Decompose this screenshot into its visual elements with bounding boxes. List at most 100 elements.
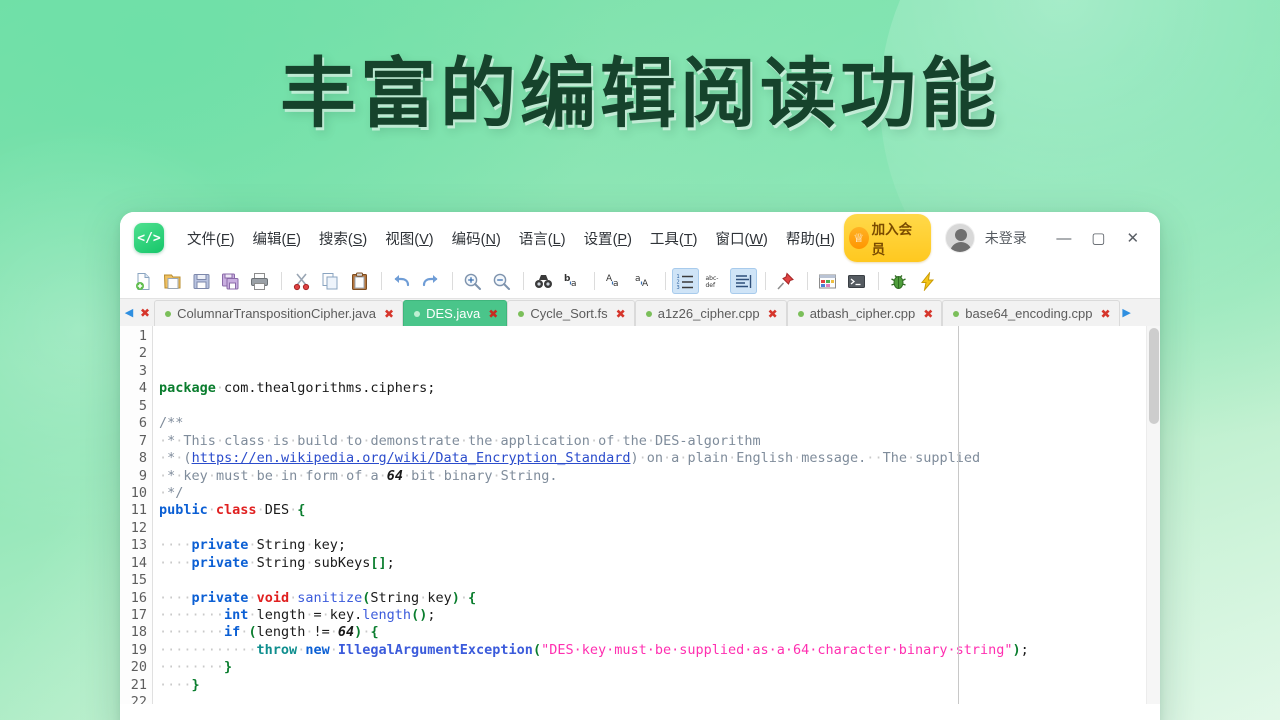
vertical-scrollbar[interactable] bbox=[1146, 326, 1160, 704]
close-button[interactable]: ✕ bbox=[1118, 223, 1148, 253]
svg-text:def: def bbox=[706, 282, 717, 289]
save-icon[interactable] bbox=[188, 268, 215, 294]
toolbar-separator bbox=[878, 272, 879, 290]
menu-item-edit[interactable]: 编辑(E) bbox=[244, 224, 310, 253]
menu-mnemonic: N bbox=[485, 231, 496, 248]
line-number: 2 bbox=[138, 345, 147, 362]
print-icon[interactable] bbox=[246, 268, 273, 294]
zoom-in-icon[interactable] bbox=[459, 268, 486, 294]
line-numbers-icon[interactable]: 123 bbox=[672, 268, 699, 294]
menu-item-search[interactable]: 搜索(S) bbox=[310, 224, 376, 253]
word-wrap-icon[interactable]: abc-def bbox=[701, 268, 728, 294]
menu-item-help[interactable]: 帮助(H) bbox=[777, 224, 844, 253]
tabs-scroll-left-icon[interactable]: ◀ bbox=[122, 299, 136, 326]
menu-item-language[interactable]: 语言(L) bbox=[510, 224, 575, 253]
code-editor[interactable]: 1234567891011121314151617181920212223 pa… bbox=[120, 326, 1160, 704]
line-number: 10 bbox=[130, 484, 147, 501]
menu-item-settings[interactable]: 设置(P) bbox=[575, 224, 641, 253]
maximize-button[interactable]: ▢ bbox=[1083, 223, 1113, 253]
pin-icon[interactable] bbox=[772, 268, 799, 294]
code-line: /** bbox=[159, 415, 184, 432]
menu-mnemonic: E bbox=[286, 231, 297, 248]
menu-mnemonic: F bbox=[220, 231, 230, 248]
tab-des-java[interactable]: DES.java ✖ bbox=[403, 300, 508, 326]
account-status-label[interactable]: 未登录 bbox=[985, 228, 1027, 248]
join-membership-button[interactable]: ♕ 加入会员 bbox=[844, 214, 931, 262]
copy-icon[interactable] bbox=[317, 268, 344, 294]
code-lines: package·com.thealgorithms.ciphers; /** ·*… bbox=[159, 380, 1160, 704]
app-logo-icon: </> bbox=[134, 223, 164, 253]
tabs-scroll-right-icon[interactable]: ▶ bbox=[1120, 299, 1134, 326]
tab-close-icon[interactable]: ✖ bbox=[616, 307, 626, 321]
menu-item-view[interactable]: 视图(V) bbox=[376, 224, 442, 253]
code-line: ·*/ bbox=[159, 484, 184, 501]
zoom-out-icon[interactable] bbox=[488, 268, 515, 294]
undo-icon[interactable] bbox=[388, 268, 415, 294]
paste-icon[interactable] bbox=[346, 268, 373, 294]
avatar[interactable] bbox=[944, 223, 975, 253]
code-line: ····private·String·key; bbox=[159, 537, 346, 554]
line-number: 13 bbox=[130, 537, 147, 554]
redo-icon[interactable] bbox=[417, 268, 444, 294]
avatar-head bbox=[954, 229, 967, 241]
poster-stage: 丰富的编辑阅读功能 </> 文件(F) 编辑(E) 搜索(S) 视图(V) 编码… bbox=[0, 0, 1280, 720]
menu-label: 视图 bbox=[385, 231, 415, 248]
tab-close-leading-icon[interactable]: ✖ bbox=[136, 306, 154, 320]
line-number: 4 bbox=[138, 380, 147, 397]
tab-close-icon[interactable]: ✖ bbox=[384, 307, 394, 321]
comment-url-link[interactable]: https://en.wikipedia.org/wiki/Data_Encry… bbox=[192, 450, 631, 466]
minimize-button[interactable]: — bbox=[1049, 223, 1079, 253]
tab-columnar-transposition-cipher-java[interactable]: ColumnarTranspositionCipher.java ✖ bbox=[154, 300, 404, 326]
toolbar-separator bbox=[807, 272, 808, 290]
menu-label: 帮助 bbox=[785, 231, 815, 248]
uppercase-icon[interactable]: Aa bbox=[601, 268, 628, 294]
code-content[interactable]: package·com.thealgorithms.ciphers; /** ·*… bbox=[153, 326, 1160, 704]
color-panel-icon[interactable] bbox=[814, 268, 841, 294]
tab-status-dot bbox=[414, 310, 421, 317]
menu-label: 工具 bbox=[649, 231, 679, 248]
tab-a1z26-cipher-cpp[interactable]: a1z26_cipher.cpp ✖ bbox=[634, 300, 787, 326]
cut-icon[interactable] bbox=[288, 268, 315, 294]
line-number: 17 bbox=[130, 607, 147, 623]
console-icon[interactable] bbox=[843, 268, 870, 294]
svg-text:a: a bbox=[613, 279, 619, 289]
svg-text:a: a bbox=[635, 274, 641, 284]
menu-label: 窗口 bbox=[715, 231, 745, 248]
menu-mnemonic: P bbox=[617, 231, 628, 248]
run-icon[interactable] bbox=[914, 268, 941, 294]
tab-close-icon[interactable]: ✖ bbox=[488, 307, 498, 321]
save-all-icon[interactable] bbox=[217, 268, 244, 294]
tab-label: ColumnarTranspositionCipher.java bbox=[177, 306, 377, 321]
tab-close-icon[interactable]: ✖ bbox=[1101, 307, 1111, 321]
menu-item-file[interactable]: 文件(F) bbox=[178, 224, 244, 253]
debug-icon[interactable] bbox=[885, 268, 912, 294]
menu-mnemonic: T bbox=[683, 231, 693, 248]
tab-label: base64_encoding.cpp bbox=[965, 306, 1093, 321]
find-icon[interactable] bbox=[530, 268, 557, 294]
code-line: package·com.thealgorithms.ciphers; bbox=[159, 380, 436, 397]
tab-status-dot bbox=[953, 310, 960, 317]
menu-item-tools[interactable]: 工具(T) bbox=[641, 224, 707, 253]
tab-close-icon[interactable]: ✖ bbox=[768, 307, 778, 321]
lowercase-icon[interactable]: aA bbox=[630, 268, 657, 294]
replace-icon[interactable]: ba bbox=[559, 268, 586, 294]
scrollbar-thumb[interactable] bbox=[1149, 328, 1159, 424]
line-number: 3 bbox=[138, 362, 147, 379]
tab-cycle-sort-fs[interactable]: Cycle_Sort.fs ✖ bbox=[507, 300, 635, 326]
line-number: 1 bbox=[138, 328, 147, 344]
indent-guide-icon[interactable] bbox=[730, 268, 757, 294]
tab-atbash-cipher-cpp[interactable]: atbash_cipher.cpp ✖ bbox=[786, 300, 943, 326]
line-number: 19 bbox=[130, 641, 147, 658]
tab-close-icon[interactable]: ✖ bbox=[923, 307, 933, 321]
tab-status-dot bbox=[518, 310, 525, 317]
page-title: 丰富的编辑阅读功能 bbox=[280, 49, 1000, 138]
code-line: ····private·void·sanitize(String·key)·{ bbox=[159, 589, 477, 606]
menu-item-window[interactable]: 窗口(W) bbox=[706, 224, 776, 253]
menu-mnemonic: S bbox=[352, 231, 363, 248]
menu-label: 编码 bbox=[451, 231, 481, 248]
new-file-icon[interactable] bbox=[130, 268, 157, 294]
open-file-icon[interactable] bbox=[159, 268, 186, 294]
menu-item-encoding[interactable]: 编码(N) bbox=[443, 224, 510, 253]
tab-base64-encoding-cpp[interactable]: base64_encoding.cpp ✖ bbox=[942, 300, 1120, 326]
line-number: 21 bbox=[130, 676, 147, 693]
